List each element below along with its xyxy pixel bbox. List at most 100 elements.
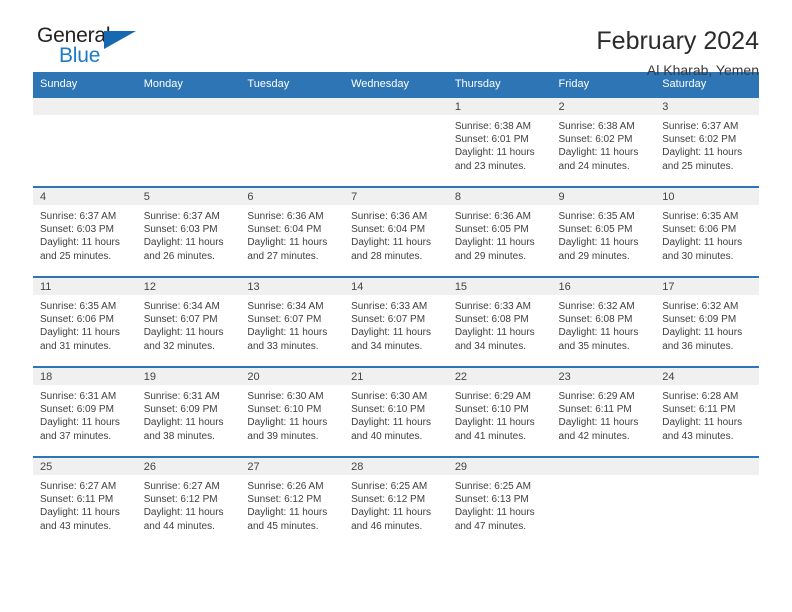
calendar-day-cell[interactable]: 3 Sunrise: 6:37 AM Sunset: 6:02 PM Daylight… xyxy=(655,96,759,187)
daylight-text-line1: Daylight: 11 hours xyxy=(40,417,120,429)
day-number: 22 xyxy=(447,368,552,385)
day-details: Sunrise: 6:25 AM Sunset: 6:13 PM Daylight:… xyxy=(448,475,552,533)
calendar-day-cell[interactable]: 7 Sunrise: 6:36 AM Sunset: 6:04 PM Daylight… xyxy=(344,186,448,277)
daylight-text-line2: and 47 minutes. xyxy=(454,520,526,532)
sunset-text: Sunset: 6:09 PM xyxy=(662,314,737,326)
sunrise-text: Sunrise: 6:30 AM xyxy=(351,391,428,402)
day-number: 21 xyxy=(344,368,448,385)
daylight-text-line1: Daylight: 11 hours xyxy=(247,237,328,249)
day-details: Sunrise: 6:35 AM Sunset: 6:06 PM Daylight:… xyxy=(655,205,759,263)
calendar-day-cell[interactable]: 22 Sunrise: 6:29 AM Sunset: 6:10 PM Dayligh… xyxy=(447,366,552,457)
calendar-week-row: 25 Sunrise: 6:27 AM Sunset: 6:11 PM Dayligh… xyxy=(33,456,759,546)
day-details: Sunrise: 6:37 AM Sunset: 6:03 PM Daylight:… xyxy=(33,205,137,263)
day-number: 27 xyxy=(240,458,345,475)
day-number: 18 xyxy=(33,368,137,385)
daylight-text-line1: Daylight: 11 hours xyxy=(143,327,224,339)
sunset-text: Sunset: 6:01 PM xyxy=(454,134,529,146)
calendar-day-cell[interactable]: 27 Sunrise: 6:26 AM Sunset: 6:12 PM Dayligh… xyxy=(240,456,345,546)
daylight-text-line2: and 25 minutes. xyxy=(662,160,734,172)
day-details: Sunrise: 6:38 AM Sunset: 6:01 PM Daylight:… xyxy=(448,115,552,173)
day-details: Sunrise: 6:37 AM Sunset: 6:02 PM Daylight:… xyxy=(655,115,759,173)
weekday-header-tuesday: Tuesday xyxy=(240,72,345,97)
sunrise-text: Sunrise: 6:32 AM xyxy=(558,301,635,312)
calendar-day-cell[interactable]: 16 Sunrise: 6:32 AM Sunset: 6:08 PM Dayligh… xyxy=(551,276,656,367)
day-number xyxy=(344,98,448,115)
sunrise-text: Sunrise: 6:34 AM xyxy=(247,301,324,312)
calendar-day-cell-empty xyxy=(551,456,656,546)
daylight-text-line1: Daylight: 11 hours xyxy=(247,507,328,519)
calendar-day-cell[interactable]: 23 Sunrise: 6:29 AM Sunset: 6:11 PM Dayligh… xyxy=(551,366,656,457)
sunset-text: Sunset: 6:05 PM xyxy=(454,224,529,236)
calendar-day-cell[interactable]: 24 Sunrise: 6:28 AM Sunset: 6:11 PM Dayligh… xyxy=(655,366,759,457)
calendar-day-cell[interactable]: 21 Sunrise: 6:30 AM Sunset: 6:10 PM Dayligh… xyxy=(344,366,448,457)
sunrise-text: Sunrise: 6:26 AM xyxy=(247,481,324,492)
calendar-day-cell[interactable]: 5 Sunrise: 6:37 AM Sunset: 6:03 PM Daylight… xyxy=(136,186,241,277)
sunrise-text: Sunrise: 6:32 AM xyxy=(662,301,739,312)
day-number: 2 xyxy=(551,98,656,115)
daylight-text-line1: Daylight: 11 hours xyxy=(558,417,639,429)
daylight-text-line1: Daylight: 11 hours xyxy=(454,147,535,159)
day-details: Sunrise: 6:27 AM Sunset: 6:12 PM Daylight:… xyxy=(137,475,241,533)
day-details: Sunrise: 6:35 AM Sunset: 6:05 PM Daylight:… xyxy=(552,205,656,263)
sunrise-text: Sunrise: 6:28 AM xyxy=(662,391,739,402)
calendar-day-cell[interactable]: 9 Sunrise: 6:35 AM Sunset: 6:05 PM Daylight… xyxy=(551,186,656,277)
calendar-day-cell-empty xyxy=(33,96,137,187)
calendar-grid: Sunday Monday Tuesday Wednesday Thursday… xyxy=(33,72,759,546)
calendar-day-cell[interactable]: 4 Sunrise: 6:37 AM Sunset: 6:03 PM Daylight… xyxy=(33,186,137,277)
calendar-day-cell[interactable]: 18 Sunrise: 6:31 AM Sunset: 6:09 PM Dayligh… xyxy=(33,366,137,457)
sunset-text: Sunset: 6:11 PM xyxy=(558,404,632,416)
calendar-day-cell[interactable]: 28 Sunrise: 6:25 AM Sunset: 6:12 PM Dayligh… xyxy=(344,456,448,546)
day-details: Sunrise: 6:36 AM Sunset: 6:04 PM Daylight:… xyxy=(240,205,344,263)
daylight-text-line1: Daylight: 11 hours xyxy=(247,327,328,339)
calendar-day-cell[interactable]: 26 Sunrise: 6:27 AM Sunset: 6:12 PM Dayligh… xyxy=(136,456,241,546)
daylight-text-line1: Daylight: 11 hours xyxy=(247,417,328,429)
sunset-text: Sunset: 6:03 PM xyxy=(40,224,114,236)
calendar-day-cell[interactable]: 8 Sunrise: 6:36 AM Sunset: 6:05 PM Daylight… xyxy=(447,186,552,277)
day-number: 24 xyxy=(655,368,759,385)
sunset-text: Sunset: 6:10 PM xyxy=(454,404,529,416)
sunrise-text: Sunrise: 6:31 AM xyxy=(40,391,117,402)
day-number: 13 xyxy=(240,278,345,295)
sunrise-text: Sunrise: 6:34 AM xyxy=(143,301,220,312)
daylight-text-line2: and 26 minutes. xyxy=(143,250,215,262)
calendar-day-cell[interactable]: 13 Sunrise: 6:34 AM Sunset: 6:07 PM Dayligh… xyxy=(240,276,345,367)
calendar-week-row: 4 Sunrise: 6:37 AM Sunset: 6:03 PM Daylight… xyxy=(33,186,759,277)
calendar-day-cell[interactable]: 12 Sunrise: 6:34 AM Sunset: 6:07 PM Dayligh… xyxy=(136,276,241,367)
calendar-day-cell[interactable]: 19 Sunrise: 6:31 AM Sunset: 6:09 PM Dayligh… xyxy=(136,366,241,457)
daylight-text-line2: and 46 minutes. xyxy=(351,520,423,532)
title-block: February 2024 Al Kharab, Yemen xyxy=(596,24,759,80)
calendar-day-cell[interactable]: 11 Sunrise: 6:35 AM Sunset: 6:06 PM Dayligh… xyxy=(33,276,137,367)
sunrise-text: Sunrise: 6:33 AM xyxy=(351,301,428,312)
day-number: 14 xyxy=(344,278,448,295)
daylight-text-line1: Daylight: 11 hours xyxy=(40,237,120,249)
calendar-day-cell[interactable]: 25 Sunrise: 6:27 AM Sunset: 6:11 PM Dayligh… xyxy=(33,456,137,546)
calendar-day-cell[interactable]: 15 Sunrise: 6:33 AM Sunset: 6:08 PM Dayligh… xyxy=(447,276,552,367)
daylight-text-line2: and 31 minutes. xyxy=(40,340,112,352)
calendar-day-cell[interactable]: 29 Sunrise: 6:25 AM Sunset: 6:13 PM Dayligh… xyxy=(447,456,552,546)
daylight-text-line1: Daylight: 11 hours xyxy=(454,327,535,339)
daylight-text-line2: and 41 minutes. xyxy=(454,430,526,442)
day-details: Sunrise: 6:29 AM Sunset: 6:10 PM Daylight:… xyxy=(448,385,552,443)
calendar-day-cell[interactable]: 1 Sunrise: 6:38 AM Sunset: 6:01 PM Daylight… xyxy=(447,96,552,187)
calendar-day-cell[interactable]: 14 Sunrise: 6:33 AM Sunset: 6:07 PM Dayligh… xyxy=(344,276,448,367)
day-number: 9 xyxy=(551,188,656,205)
day-details: Sunrise: 6:37 AM Sunset: 6:03 PM Daylight:… xyxy=(137,205,241,263)
daylight-text-line2: and 32 minutes. xyxy=(143,340,215,352)
weekday-header-sunday: Sunday xyxy=(33,72,137,97)
general-blue-logo[interactable]: General Blue xyxy=(33,24,148,70)
calendar-day-cell[interactable]: 10 Sunrise: 6:35 AM Sunset: 6:06 PM Dayligh… xyxy=(655,186,759,277)
daylight-text-line2: and 43 minutes. xyxy=(40,520,112,532)
calendar-day-cell[interactable]: 6 Sunrise: 6:36 AM Sunset: 6:04 PM Daylight… xyxy=(240,186,345,277)
day-details: Sunrise: 6:31 AM Sunset: 6:09 PM Daylight:… xyxy=(33,385,137,443)
calendar-body: 1 Sunrise: 6:38 AM Sunset: 6:01 PM Daylight… xyxy=(33,96,759,546)
daylight-text-line1: Daylight: 11 hours xyxy=(143,507,224,519)
sunrise-text: Sunrise: 6:25 AM xyxy=(454,481,531,492)
daylight-text-line1: Daylight: 11 hours xyxy=(454,507,535,519)
day-number: 10 xyxy=(655,188,759,205)
daylight-text-line2: and 25 minutes. xyxy=(40,250,112,262)
calendar-day-cell[interactable]: 20 Sunrise: 6:30 AM Sunset: 6:10 PM Dayligh… xyxy=(240,366,345,457)
sunset-text: Sunset: 6:05 PM xyxy=(558,224,633,236)
calendar-day-cell[interactable]: 17 Sunrise: 6:32 AM Sunset: 6:09 PM Dayligh… xyxy=(655,276,759,367)
daylight-text-line1: Daylight: 11 hours xyxy=(662,417,743,429)
calendar-day-cell[interactable]: 2 Sunrise: 6:38 AM Sunset: 6:02 PM Daylight… xyxy=(551,96,656,187)
